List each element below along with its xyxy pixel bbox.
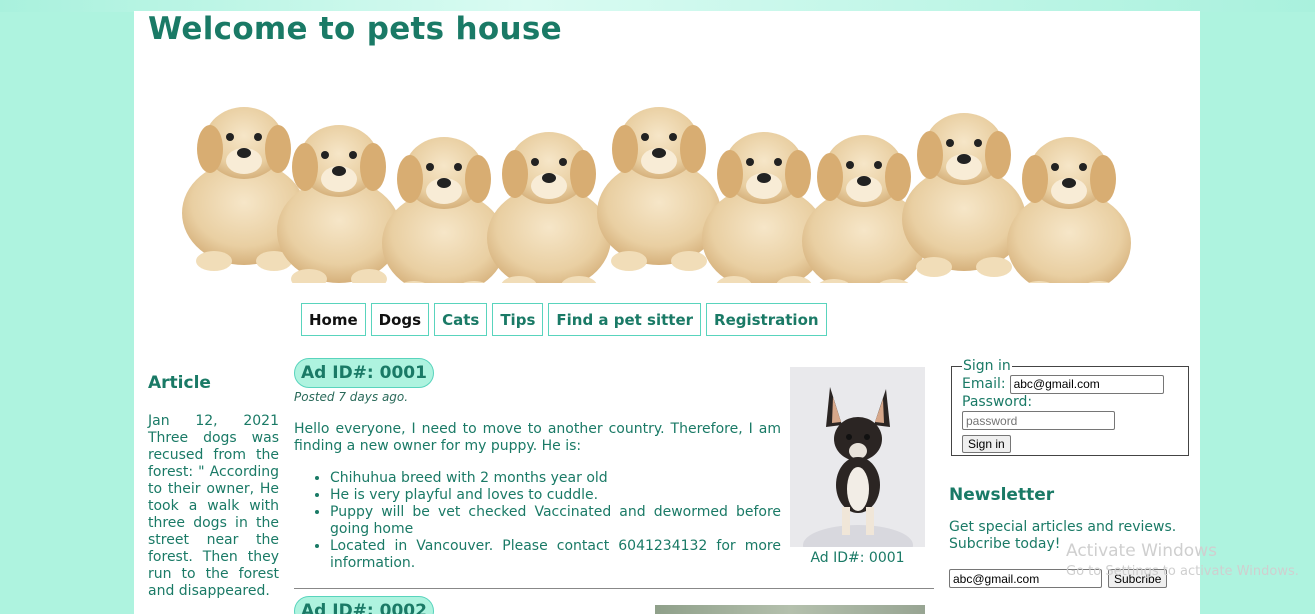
ad-intro: Hello everyone, I need to move to anothe… xyxy=(294,421,781,454)
ad-divider xyxy=(294,588,934,589)
puppies-banner-image xyxy=(182,107,1131,283)
watermark-line-2: Go to Settings to activate Windows. xyxy=(1066,564,1299,579)
signin-button[interactable]: Sign in xyxy=(962,435,1011,453)
ad-feature-item: Located in Vancouver. Please contact 604… xyxy=(330,538,781,572)
ad-feature-item: He is very playful and loves to cuddle. xyxy=(330,487,781,504)
signin-form: Sign in Email: Password: Sign in xyxy=(951,358,1189,456)
ad-photo-caption: Ad ID#: 0001 xyxy=(810,550,905,566)
newsletter-heading: Newsletter xyxy=(949,485,1055,505)
password-field[interactable] xyxy=(962,411,1115,430)
watermark-line-1: Activate Windows xyxy=(1066,541,1217,561)
ad-feature-item: Puppy will be vet checked Vaccinated and… xyxy=(330,504,781,538)
nav-tips[interactable]: Tips xyxy=(492,303,544,336)
password-label: Password: xyxy=(962,394,1033,410)
ad-features-list: Chihuhua breed with 2 months year old He… xyxy=(294,470,781,572)
signin-legend: Sign in xyxy=(963,358,1011,374)
ad-id-badge-2: Ad ID#: 0002 xyxy=(294,596,434,614)
article-heading: Article xyxy=(148,373,211,393)
main-nav: Home Dogs Cats Tips Find a pet sitter Re… xyxy=(301,303,827,336)
email-field[interactable] xyxy=(1009,374,1164,394)
ad-listing: Ad ID#: 0001 Posted 7 days ago. Hello ev… xyxy=(294,358,934,571)
activate-windows-watermark: Activate Windows Go to Settings to activ… xyxy=(1066,541,1299,579)
ad-description: Hello everyone, I need to move to anothe… xyxy=(294,421,781,572)
email-label: Email: xyxy=(962,376,1006,392)
ad-photo-2[interactable] xyxy=(655,605,925,614)
nav-dogs[interactable]: Dogs xyxy=(370,303,430,336)
nav-cats[interactable]: Cats xyxy=(434,303,488,336)
article-text: Jan 12, 2021 Three dogs was recused from… xyxy=(148,413,279,599)
article-sidebar: Article Jan 12, 2021 Three dogs was recu… xyxy=(148,373,279,600)
ad-id-badge: Ad ID#: 0001 xyxy=(294,358,434,388)
email-row: Email: xyxy=(962,374,1178,394)
ad-feature-item: Chihuhua breed with 2 months year old xyxy=(330,470,781,487)
ad-listing-2: Ad ID#: 0002 xyxy=(294,596,434,614)
nav-registration[interactable]: Registration xyxy=(706,303,827,336)
page-title: Welcome to pets house xyxy=(148,11,562,47)
page-container: Welcome to pets house Home Dogs Cats Tip… xyxy=(134,11,1200,614)
nav-home[interactable]: Home xyxy=(301,303,366,336)
password-row: Password: xyxy=(962,394,1178,430)
chihuahua-photo[interactable] xyxy=(790,367,925,547)
nav-find-pet-sitter[interactable]: Find a pet sitter xyxy=(548,303,702,336)
